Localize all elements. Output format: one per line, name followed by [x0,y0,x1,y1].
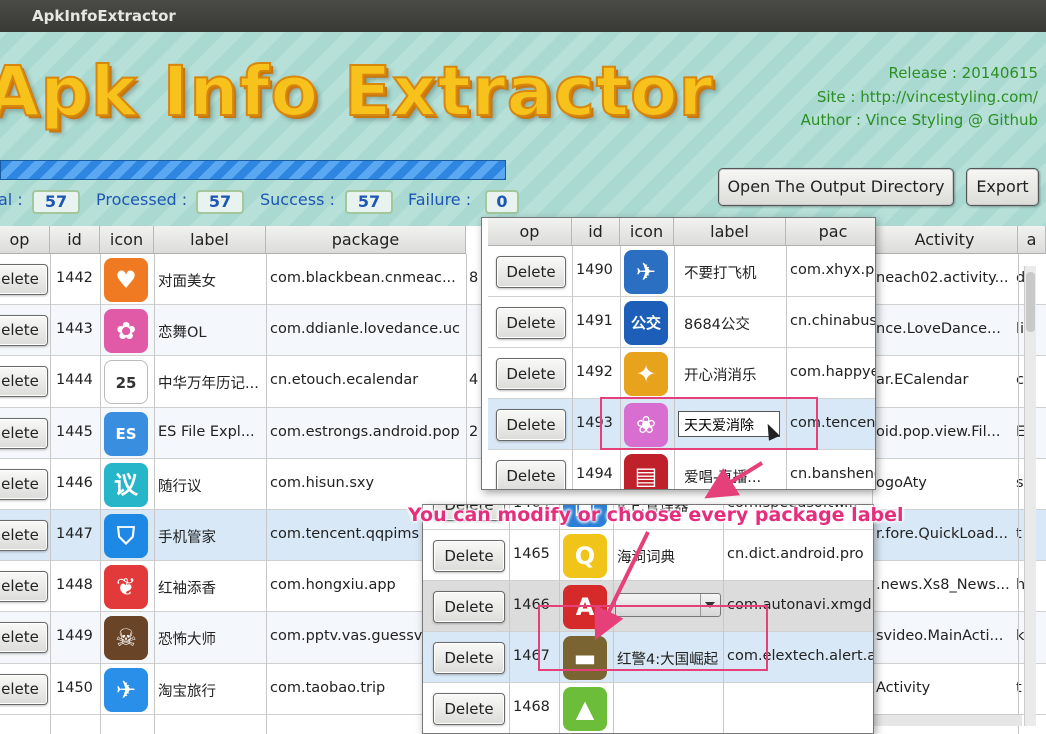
arrow-up-right [704,461,764,499]
annotation-caption: You can modify or choose every package l… [408,504,904,526]
arrow-down-left [594,531,650,641]
annotation-arrows [594,461,764,641]
